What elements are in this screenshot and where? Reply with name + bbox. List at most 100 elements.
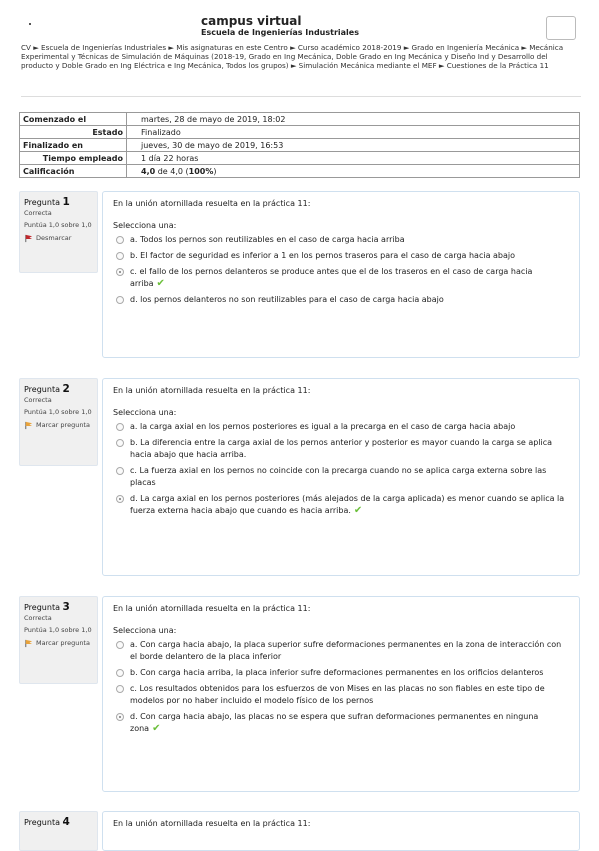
question-content: En la unión atornillada resuelta en la p… (102, 811, 580, 851)
answer-option[interactable]: b. Con carga hacia arriba, la placa infe… (113, 667, 569, 679)
answer-option[interactable]: c. el fallo de los pernos delanteros se … (113, 266, 569, 290)
answer-option[interactable]: d. Con carga hacia abajo, las placas no … (113, 711, 569, 735)
question-number: Pregunta 1 (24, 196, 93, 208)
radio-button[interactable] (116, 236, 124, 244)
question-label: Pregunta (24, 385, 60, 394)
summary-value: martes, 28 de mayo de 2019, 18:02 (126, 112, 580, 126)
question-content: En la unión atornillada resuelta en la p… (102, 191, 580, 358)
flag-label: Desmarcar (36, 234, 72, 242)
question-content: En la unión atornillada resuelta en la p… (102, 378, 580, 576)
answer-text: a. la carga axial en los pernos posterio… (130, 422, 516, 431)
question-num: 2 (62, 383, 70, 395)
answer-option[interactable]: d. los pernos delanteros no son reutiliz… (113, 294, 569, 306)
flag-question-button[interactable]: Marcar pregunta (24, 421, 93, 430)
question-info: Pregunta 4 (19, 811, 98, 851)
question-content: En la unión atornillada resuelta en la p… (102, 596, 580, 792)
divider (21, 96, 581, 97)
answer-option[interactable]: c. Los resultados obtenidos para los esf… (113, 683, 569, 707)
site-title: campus virtual (201, 14, 302, 28)
answer-text: b. Con carga hacia arriba, la placa infe… (130, 668, 544, 677)
radio-button-selected[interactable] (116, 713, 124, 721)
summary-label: Tiempo empleado (19, 151, 127, 165)
answer-text: d. La carga axial en los pernos posterio… (130, 494, 565, 515)
grade-value: 4,0 (141, 166, 156, 176)
question-number: Pregunta 4 (24, 816, 93, 828)
answer-option[interactable]: c. La fuerza axial en los pernos no coin… (113, 465, 569, 489)
answer-option[interactable]: a. Con carga hacia abajo, la placa super… (113, 639, 569, 663)
flag-icon (25, 639, 33, 648)
flag-label: Marcar pregunta (36, 421, 90, 429)
answer-option[interactable]: b. El factor de seguridad es inferior a … (113, 250, 569, 262)
question-score: Puntúa 1,0 sobre 1,0 (24, 408, 92, 416)
answer-text: a. Con carga hacia abajo, la placa super… (130, 640, 562, 661)
page-dot (29, 23, 31, 25)
answer-option[interactable]: d. La carga axial en los pernos posterio… (113, 493, 569, 517)
answer-text-wrap: d. La carga axial en los pernos posterio… (130, 493, 569, 517)
summary-label: Comenzado el (19, 112, 127, 126)
summary-row: Estado Finalizado (19, 125, 580, 139)
radio-button[interactable] (116, 467, 124, 475)
unflag-button[interactable]: Desmarcar (24, 234, 93, 243)
check-icon: ✔ (353, 505, 363, 516)
flag-icon (25, 234, 33, 243)
answer-text: c. el fallo de los pernos delanteros se … (130, 267, 533, 288)
answer-text-wrap: d. Con carga hacia abajo, las placas no … (130, 711, 569, 735)
question-text: En la unión atornillada resuelta en la p… (113, 386, 311, 395)
question-state: Correcta (24, 396, 52, 404)
summary-value: jueves, 30 de mayo de 2019, 16:53 (126, 138, 580, 152)
question-label: Pregunta (24, 818, 60, 827)
answer-prompt: Selecciona una: (113, 408, 177, 417)
question-label: Pregunta (24, 198, 60, 207)
summary-value: Finalizado (126, 125, 580, 139)
radio-button[interactable] (116, 252, 124, 260)
flag-label: Marcar pregunta (36, 639, 90, 647)
answer-text-wrap: c. el fallo de los pernos delanteros se … (130, 266, 569, 290)
question-score: Puntúa 1,0 sobre 1,0 (24, 221, 92, 229)
grade-close: ) (213, 166, 217, 176)
attempt-summary-table: Comenzado el martes, 28 de mayo de 2019,… (19, 112, 580, 178)
check-icon: ✔ (152, 723, 161, 734)
site-subtitle: Escuela de Ingenierías Industriales (201, 28, 359, 37)
question-text: En la unión atornillada resuelta en la p… (113, 199, 311, 208)
answer-prompt: Selecciona una: (113, 221, 177, 230)
radio-button-selected[interactable] (116, 495, 124, 503)
summary-label: Calificación (19, 164, 127, 178)
answer-option[interactable]: a. la carga axial en los pernos posterio… (113, 421, 569, 433)
question-num: 4 (62, 816, 70, 828)
answer-option[interactable]: b. La diferencia entre la carga axial de… (113, 437, 569, 461)
question-num: 3 (62, 601, 70, 613)
radio-button[interactable] (116, 669, 124, 677)
summary-label: Finalizado en (19, 138, 127, 152)
flag-icon (25, 421, 33, 430)
answer-text: c. La fuerza axial en los pernos no coin… (130, 466, 547, 487)
summary-row: Comenzado el martes, 28 de mayo de 2019,… (19, 112, 580, 126)
question-number: Pregunta 3 (24, 601, 93, 613)
radio-button[interactable] (116, 641, 124, 649)
question-text: En la unión atornillada resuelta en la p… (113, 819, 311, 828)
answer-option[interactable]: a. Todos los pernos son reutilizables en… (113, 234, 569, 246)
summary-value: 1 día 22 horas (126, 151, 580, 165)
radio-button[interactable] (116, 423, 124, 431)
question-info: Pregunta 2 Correcta Puntúa 1,0 sobre 1,0… (19, 378, 98, 466)
flag-question-button[interactable]: Marcar pregunta (24, 639, 93, 648)
answer-text: a. Todos los pernos son reutilizables en… (130, 235, 405, 244)
answer-text: b. La diferencia entre la carga axial de… (130, 438, 553, 459)
summary-row: Calificación 4,0 de 4,0 (100%) (19, 164, 580, 178)
radio-button[interactable] (116, 296, 124, 304)
question-num: 1 (62, 196, 70, 208)
summary-label: Estado (19, 125, 127, 139)
question-number: Pregunta 2 (24, 383, 93, 395)
menu-button[interactable] (546, 16, 576, 40)
answer-text: d. los pernos delanteros no son reutiliz… (130, 295, 444, 304)
radio-button[interactable] (116, 439, 124, 447)
question-text: En la unión atornillada resuelta en la p… (113, 604, 311, 613)
grade-percent: 100% (188, 166, 214, 176)
radio-button[interactable] (116, 685, 124, 693)
question-state: Correcta (24, 209, 52, 217)
radio-button-selected[interactable] (116, 268, 124, 276)
question-info: Pregunta 1 Correcta Puntúa 1,0 sobre 1,0… (19, 191, 98, 273)
question-info: Pregunta 3 Correcta Puntúa 1,0 sobre 1,0… (19, 596, 98, 684)
check-icon: ✔ (156, 278, 165, 289)
breadcrumb[interactable]: CV ► Escuela de Ingenierías Industriales… (21, 43, 581, 70)
summary-row: Tiempo empleado 1 día 22 horas (19, 151, 580, 165)
